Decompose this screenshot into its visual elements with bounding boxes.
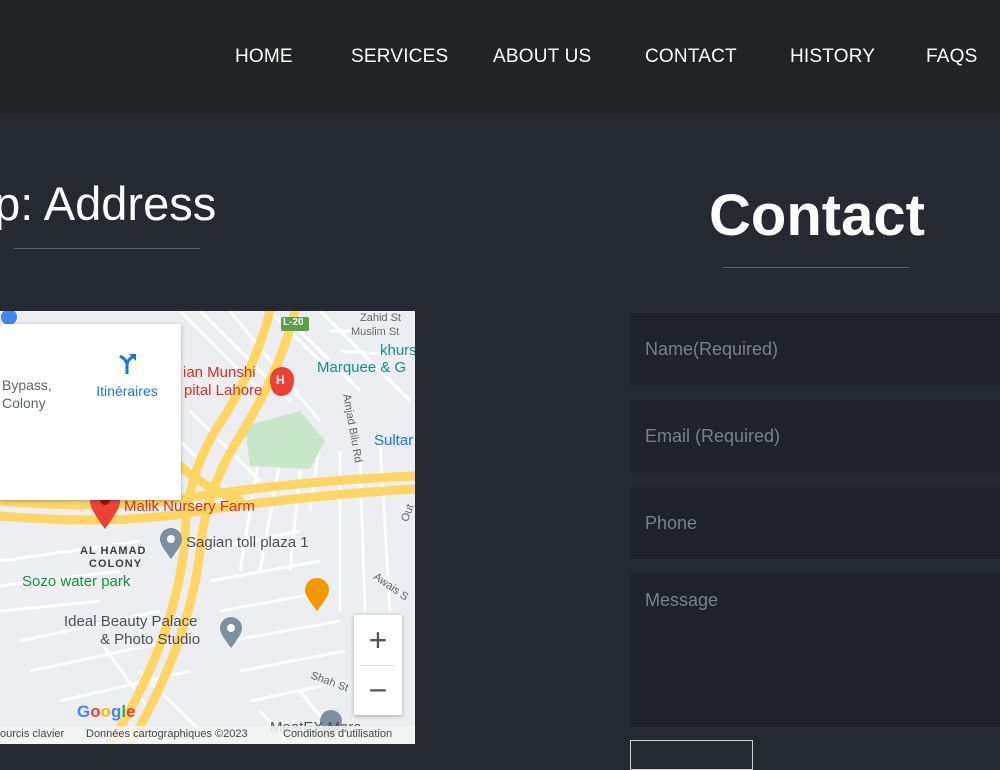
svg-text:H: H — [276, 373, 285, 387]
google-map-embed[interactable]: H Zahid St Muslim St L-20 khurs Marquee … — [0, 311, 415, 744]
directions-button[interactable]: Itinéraires — [86, 352, 168, 399]
nav-about-us-link[interactable]: ABOUT US — [493, 46, 591, 68]
map-label-sozo: Sozo water park — [22, 573, 131, 590]
google-logo: Google — [77, 702, 136, 721]
directions-icon — [119, 354, 136, 374]
terms-of-use-link[interactable]: Conditions d'utilisation — [283, 728, 392, 740]
directions-label: Itinéraires — [96, 383, 158, 399]
map-data-attribution: Données cartographiques ©2023 — [86, 728, 248, 740]
map-label-colony: COLONY — [89, 558, 143, 570]
message-textarea[interactable] — [629, 572, 1000, 728]
zoom-out-button[interactable]: − — [354, 665, 402, 715]
map-label-ideal-beauty: Ideal Beauty Palace — [64, 613, 198, 630]
map-heading-underline — [14, 248, 200, 249]
map-label-khurs: khurs — [380, 342, 415, 359]
map-road-badge-label: L-20 — [283, 317, 304, 328]
phone-input[interactable] — [629, 486, 1000, 560]
map-attribution-bar: ourcis clavier Données cartographiques ©… — [0, 726, 415, 744]
map-label-sultan: Sultar — [374, 432, 414, 449]
map-label-malik-nursery: Malik Nursery Farm — [124, 498, 255, 515]
map-label-marquee: Marquee & G — [317, 359, 407, 376]
map-label-muslim-st: Muslim St — [351, 326, 400, 338]
nav-history-link[interactable]: HISTORY — [790, 46, 875, 68]
map-zoom-controls: + − — [354, 615, 402, 715]
nav-services-link[interactable]: SERVICES — [351, 46, 448, 68]
map-section-heading: ap: Address — [0, 177, 217, 230]
keyboard-shortcuts-link[interactable]: ourcis clavier — [0, 728, 64, 740]
name-input[interactable] — [629, 312, 1000, 387]
map-label-munshi: ian Munshi — [183, 364, 256, 381]
map-label-zahid-st: Zahid St — [360, 312, 401, 324]
nav-faqs-link[interactable]: FAQS — [926, 46, 977, 68]
map-label-photo-studio: & Photo Studio — [100, 631, 201, 648]
info-address-line1: Bypass, — [2, 377, 52, 393]
zoom-in-button[interactable]: + — [354, 615, 402, 665]
nav-home-link[interactable]: HOME — [235, 46, 293, 68]
map-label-hospital: pital Lahore — [184, 382, 263, 399]
map-label-sagian-toll: Sagian toll plaza 1 — [186, 534, 309, 551]
info-address-line2: Colony — [2, 395, 46, 411]
contact-heading-underline — [723, 267, 909, 268]
email-input[interactable] — [629, 399, 1000, 474]
map-info-card: Bypass, Colony Itinéraires — [0, 324, 181, 500]
info-card-address: Bypass, Colony — [2, 376, 52, 412]
submit-button[interactable] — [630, 740, 753, 770]
nav-contact-link[interactable]: CONTACT — [645, 46, 737, 68]
map-label-al-hamad: AL HAMAD — [80, 545, 147, 557]
contact-section-heading: Contact — [709, 183, 925, 248]
top-navbar: HOME SERVICES ABOUT US CONTACT HISTORY F… — [0, 0, 1000, 114]
